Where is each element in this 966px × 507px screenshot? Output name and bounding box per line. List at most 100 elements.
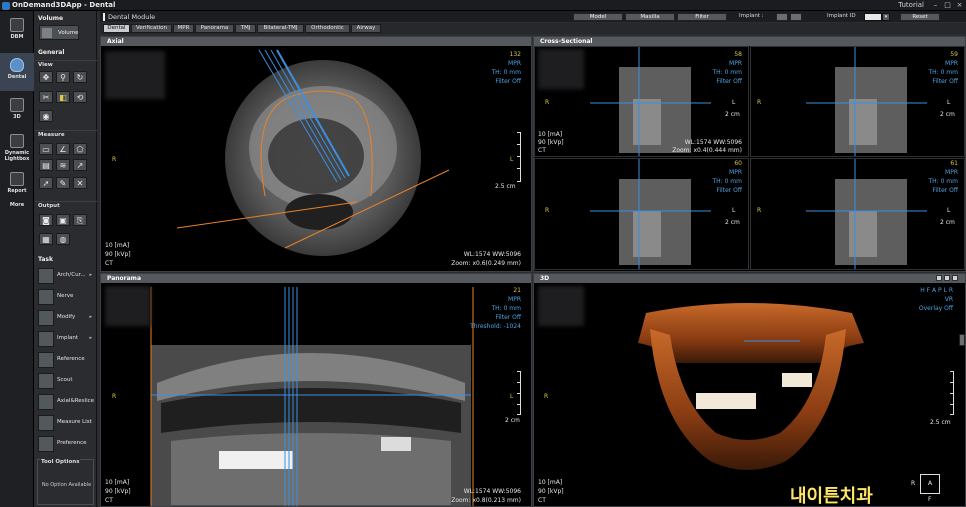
task-scout[interactable]: Scout — [38, 372, 94, 390]
tab-bilateral-tmj[interactable]: Bilateral-TMJ — [257, 24, 304, 33]
pointer-button[interactable]: ➚ — [39, 177, 53, 189]
tab-airway[interactable]: Airway — [351, 24, 381, 33]
window-level-button[interactable]: ◧ — [56, 91, 70, 103]
nav-3d[interactable]: 3D — [0, 93, 34, 131]
axial-slice-number: 132 — [509, 51, 521, 58]
eye-icon: ◉ — [42, 112, 50, 121]
tab-tmj[interactable]: TMJ — [235, 24, 256, 33]
nav-dynamic-lightbox[interactable]: Dynamic Lightbox — [0, 129, 34, 169]
task-measure-list[interactable]: Measure List — [38, 414, 94, 432]
maxilla-button[interactable]: Maxilla — [625, 13, 675, 21]
axial-viewport[interactable]: Axial 132 MPR TH: 0 mm Filter Off R L 2.… — [100, 36, 532, 272]
task-arch-curve[interactable]: Arch/Cur... ▸ — [38, 267, 94, 285]
cross-section-cell[interactable]: 60 MPR TH: 0 mm Filter Off R L 2 cm — [534, 158, 749, 270]
layout-icon[interactable] — [936, 275, 942, 281]
hide-tool-button[interactable]: ◉ — [39, 110, 53, 122]
delete-measure-button[interactable]: ✕ — [73, 177, 87, 189]
cross-section-cell[interactable]: 59 MPR TH: 0 mm Filter Off R L 2 cm — [750, 46, 965, 157]
bone-region — [633, 211, 661, 257]
tab-bar: Dental Verification MPR Panorama TMJ Bil… — [100, 23, 966, 34]
reset-view-button[interactable]: ⟲ — [73, 91, 87, 103]
cross-sectional-viewport[interactable]: Cross-Sectional 58 MPR TH: 0 mm Filter O… — [533, 36, 966, 272]
tab-panorama[interactable]: Panorama — [195, 24, 234, 33]
reset-button[interactable]: Reset — [900, 13, 940, 21]
maximize-view-icon[interactable] — [944, 275, 950, 281]
lightbox-icon — [10, 134, 24, 148]
tool-options-title: Tool Options — [40, 459, 81, 465]
disc-button[interactable]: ◍ — [56, 233, 70, 245]
bone-region — [849, 99, 877, 145]
nav-dental[interactable]: Dental — [0, 53, 34, 91]
axial-thickness: TH: 0 mm — [491, 69, 521, 76]
cut-tool-button[interactable]: ✂ — [39, 91, 53, 103]
model-button[interactable]: Model — [573, 13, 623, 21]
export-button[interactable]: ⎘ — [73, 214, 87, 226]
axial-header: Axial — [101, 37, 531, 46]
restoration — [219, 451, 293, 469]
zoom-tool-button[interactable]: ⚲ — [56, 71, 70, 83]
task-modify[interactable]: Modify ▸ — [38, 309, 94, 327]
tab-orthodontic[interactable]: Orthodontic — [305, 24, 350, 33]
settings-view-icon[interactable] — [952, 275, 958, 281]
profile-button[interactable]: ≋ — [56, 159, 70, 171]
3d-mode: VR — [944, 296, 953, 303]
panorama-header: Panorama — [101, 274, 531, 283]
cursor-icon: ➚ — [42, 179, 50, 188]
minimize-icon[interactable]: – — [931, 1, 940, 9]
implant-id-dropdown[interactable]: ▾ — [882, 13, 890, 21]
tutorial-link[interactable]: Tutorial — [898, 1, 924, 9]
panorama-zoom: Zoom: x0.8(0.213 mm) — [451, 497, 521, 504]
panorama-viewport[interactable]: Panorama 21 MPR TH: 0 mm Filter Off Thre… — [100, 273, 532, 507]
3d-ct: CT — [538, 497, 546, 504]
save-image-button[interactable]: ▣ — [56, 214, 70, 226]
task-reference[interactable]: Reference — [38, 351, 94, 369]
volume-header: Volume — [38, 15, 64, 22]
text-note-button[interactable]: ▤ — [39, 159, 53, 171]
arrow-annotation-button[interactable]: ↗ — [73, 159, 87, 171]
volume-button[interactable]: Volume — [39, 25, 79, 40]
3d-r-marker: R — [544, 393, 549, 400]
maximize-icon[interactable]: □ — [943, 1, 952, 9]
capture-button[interactable]: ◙ — [39, 214, 53, 226]
task-axial-reslice[interactable]: Axial&Reslice — [38, 393, 94, 411]
polygon-icon: ⬠ — [76, 145, 84, 154]
ruler-icon: ▭ — [42, 145, 50, 154]
tab-verification[interactable]: Verification — [131, 24, 172, 33]
filter-button[interactable]: Filter — [677, 13, 727, 21]
tools-panel: Volume Volume General View ✥ ⚲ ↻ ✂ ◧ ⟲ ◉… — [35, 11, 97, 507]
tab-dental[interactable]: Dental — [103, 24, 130, 33]
reslice-icon — [38, 394, 54, 410]
patient-info-redacted — [105, 286, 151, 326]
cross-section-cell[interactable]: 61 MPR TH: 0 mm Filter Off R L 2 cm — [750, 158, 965, 270]
close-icon[interactable]: × — [955, 1, 964, 9]
oral-cavity — [268, 118, 364, 194]
task-nerve[interactable]: Nerve — [38, 288, 94, 306]
nav-dbm[interactable]: DBM — [0, 13, 34, 51]
pan-tool-button[interactable]: ✥ — [39, 71, 53, 83]
implant-library-icon[interactable] — [776, 13, 788, 21]
task-implant[interactable]: Implant ▸ — [38, 330, 94, 348]
implant-id-input[interactable] — [864, 13, 882, 21]
draw-button[interactable]: ✎ — [56, 177, 70, 189]
implant-settings-icon[interactable] — [790, 13, 802, 21]
task-header: Task — [38, 256, 53, 263]
tool-options-panel: Tool Options No Option Available — [37, 459, 94, 505]
nav-more[interactable]: More — [0, 197, 34, 213]
tab-mpr[interactable]: MPR — [173, 24, 194, 33]
3d-scrollbar-thumb[interactable] — [959, 334, 965, 346]
axial-scale-bar — [517, 132, 521, 182]
task-preference[interactable]: Preference — [38, 435, 94, 453]
rotate-tool-button[interactable]: ↻ — [73, 71, 87, 83]
axial-image — [176, 49, 450, 256]
print-button[interactable]: ▦ — [39, 233, 53, 245]
implant-id-label: Implant ID — [827, 13, 856, 19]
area-button[interactable]: ⬠ — [73, 143, 87, 155]
app-title: OnDemand3DApp - Dental — [12, 1, 116, 9]
angle-button[interactable]: ∠ — [56, 143, 70, 155]
ruler-button[interactable]: ▭ — [39, 143, 53, 155]
patient-info-redacted — [105, 51, 165, 99]
orientation-cube[interactable]: A — [920, 474, 940, 494]
3d-viewport[interactable]: 3D H F A P L R VR Overlay Off R 2.5 cm 1… — [533, 273, 966, 507]
volume-icon — [42, 28, 52, 38]
3d-header: 3D — [534, 274, 965, 283]
